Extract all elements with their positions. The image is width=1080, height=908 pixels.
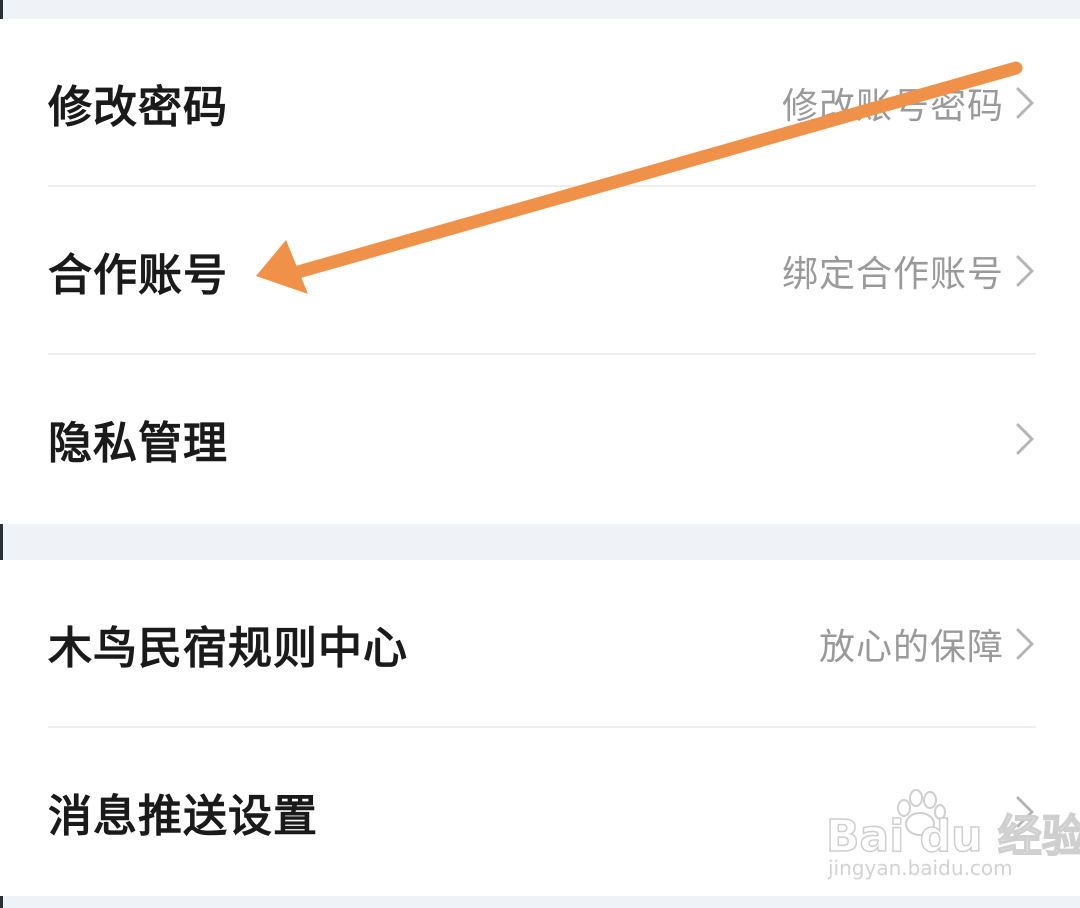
- settings-item-title: 修改密码: [48, 82, 228, 133]
- settings-item-title: 消息推送设置: [48, 791, 318, 842]
- settings-item-title: 隐私管理: [48, 418, 228, 469]
- settings-item-title: 合作账号: [48, 250, 228, 301]
- settings-item-value: 绑定合作账号: [781, 254, 1004, 295]
- chevron-right-icon: [1016, 628, 1034, 660]
- settings-page: 修改密码 修改账号密码 合作账号 绑定合作账号 隐私管理 木鸟民宿规则中心 放心…: [0, 0, 1080, 908]
- settings-group-account: 修改密码 修改账号密码 合作账号 绑定合作账号 隐私管理: [0, 19, 1080, 524]
- settings-item-right: [1004, 795, 1036, 829]
- settings-item-privacy[interactable]: 隐私管理: [48, 355, 1036, 523]
- chevron-right-icon: [1016, 796, 1034, 828]
- settings-item-partner-account[interactable]: 合作账号 绑定合作账号: [48, 187, 1036, 355]
- settings-item-right: 修改账号密码: [782, 77, 1036, 129]
- settings-item-right: [1004, 422, 1036, 456]
- settings-item-push-settings[interactable]: 消息推送设置: [48, 728, 1036, 896]
- chevron-right-icon: [1016, 423, 1034, 455]
- settings-item-value: 修改账号密码: [781, 86, 1004, 127]
- settings-item-change-password[interactable]: 修改密码 修改账号密码: [48, 19, 1036, 187]
- settings-item-right: 放心的保障: [819, 618, 1036, 670]
- chevron-right-icon: [1016, 255, 1034, 287]
- settings-item-title: 木鸟民宿规则中心: [48, 623, 408, 674]
- settings-item-rules-center[interactable]: 木鸟民宿规则中心 放心的保障: [48, 560, 1036, 728]
- chevron-right-icon: [1016, 87, 1034, 119]
- settings-item-right: 绑定合作账号: [782, 245, 1036, 297]
- settings-group-general: 木鸟民宿规则中心 放心的保障 消息推送设置: [0, 560, 1080, 896]
- settings-item-value: 放心的保障: [818, 627, 1004, 668]
